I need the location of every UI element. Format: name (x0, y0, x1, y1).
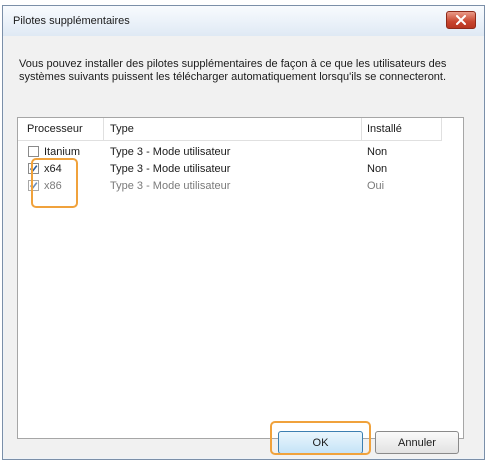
close-icon (456, 15, 466, 25)
type-cell: Type 3 - Mode utilisateur (110, 163, 231, 175)
type-cell: Type 3 - Mode utilisateur (110, 146, 231, 158)
dialog-title: Pilotes supplémentaires (13, 15, 130, 27)
cancel-button[interactable]: Annuler (375, 431, 459, 454)
column-divider[interactable] (103, 118, 104, 140)
column-header-processor[interactable]: Processeur (27, 118, 83, 140)
dialog-content: Vous pouvez installer des pilotes supplé… (4, 36, 483, 458)
close-button[interactable] (446, 11, 476, 29)
column-divider[interactable] (441, 118, 442, 140)
dialog-window: Pilotes supplémentaires Vous pouvez inst… (2, 5, 485, 460)
installed-cell: Oui (367, 180, 385, 192)
driver-row-itanium[interactable]: Itanium Type 3 - Mode utilisateur Non (18, 144, 458, 160)
installed-cell: Non (367, 163, 388, 175)
description-text: Vous pouvez installer des pilotes supplé… (19, 58, 447, 83)
type-cell: Type 3 - Mode utilisateur (110, 180, 231, 192)
column-header-type[interactable]: Type (110, 118, 134, 140)
checkbox-itanium[interactable] (28, 146, 39, 157)
list-header: Processeur Type Installé (18, 118, 442, 141)
column-divider[interactable] (361, 118, 362, 140)
driver-row-x64[interactable]: x64 Type 3 - Mode utilisateur Non (18, 161, 458, 177)
driver-row-x86[interactable]: x86 Type 3 - Mode utilisateur Oui (18, 178, 458, 194)
title-bar[interactable]: Pilotes supplémentaires (3, 6, 484, 36)
checkbox-highlight (31, 158, 78, 208)
installed-cell: Non (367, 146, 388, 158)
column-header-installed[interactable]: Installé (367, 118, 402, 140)
drivers-list: Processeur Type Installé Itanium Type 3 … (17, 117, 464, 439)
ok-button-highlight (270, 421, 371, 455)
